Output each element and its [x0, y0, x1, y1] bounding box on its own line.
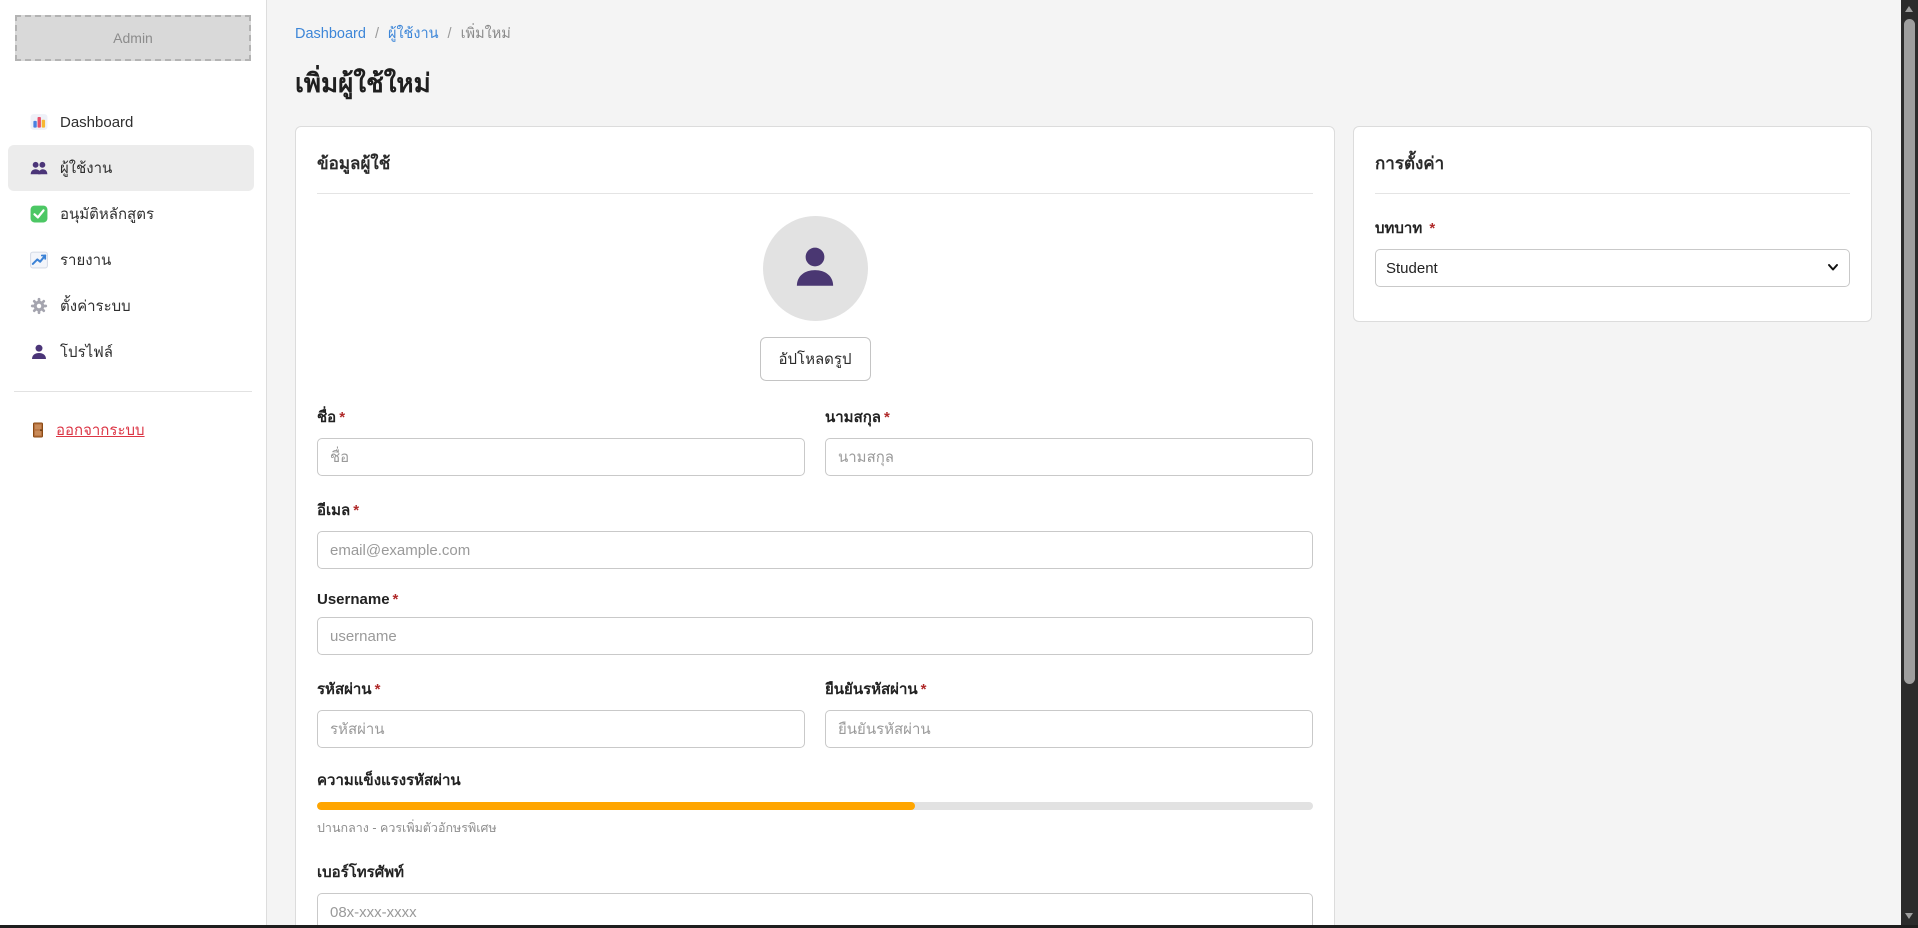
breadcrumb-users[interactable]: ผู้ใช้งาน — [388, 22, 439, 45]
required-marker: * — [393, 591, 399, 608]
last-name-field-group: นามสกุล* — [825, 405, 1313, 476]
sidebar: Admin Dashboard ผู้ใช้งาน อนุมัติหลักสูต… — [0, 0, 267, 928]
role-label: บทบาท * — [1375, 216, 1850, 240]
admin-logo[interactable]: Admin — [15, 15, 251, 61]
users-icon — [30, 159, 48, 177]
email-field-group: อีเมล* — [317, 498, 1313, 569]
last-name-label: นามสกุล* — [825, 405, 1313, 429]
username-input[interactable] — [317, 617, 1313, 655]
sidebar-item-label: ตั้งค่าระบบ — [60, 294, 131, 318]
logout-link[interactable]: ออกจากระบบ — [30, 418, 266, 442]
settings-card-title: การตั้งค่า — [1375, 148, 1850, 193]
phone-input[interactable] — [317, 893, 1313, 928]
confirm-password-field-group: ยืนยันรหัสผ่าน* — [825, 677, 1313, 748]
scroll-down-arrow[interactable] — [1901, 908, 1918, 925]
first-name-field-group: ชื่อ* — [317, 405, 805, 476]
card-divider — [317, 193, 1313, 194]
breadcrumb: Dashboard / ผู้ใช้งาน / เพิ่มใหม่ — [295, 22, 1889, 45]
password-field-group: รหัสผ่าน* — [317, 677, 805, 748]
person-icon — [790, 242, 840, 296]
scrollbar-thumb[interactable] — [1904, 19, 1915, 684]
password-strength-track — [317, 802, 1313, 810]
required-marker: * — [1425, 220, 1435, 237]
settings-card: การตั้งค่า บทบาท * Student — [1353, 126, 1872, 322]
username-label: Username* — [317, 591, 1313, 608]
email-label: อีเมล* — [317, 498, 1313, 522]
gear-icon — [30, 297, 48, 315]
name-row: ชื่อ* นามสกุล* — [317, 405, 1313, 498]
phone-field-group: เบอร์โทรศัพท์ — [317, 860, 1313, 928]
content-row: ข้อมูลผู้ใช้ อัปโหลดรูป ชื่อ* — [295, 126, 1889, 928]
sidebar-item-label: อนุมัติหลักสูตร — [60, 202, 154, 226]
required-marker: * — [339, 409, 345, 426]
breadcrumb-separator: / — [375, 26, 379, 42]
sidebar-divider — [14, 391, 252, 392]
scroll-up-arrow[interactable] — [1901, 0, 1918, 17]
sidebar-item-profile[interactable]: โปรไฟล์ — [8, 329, 254, 375]
user-info-card: ข้อมูลผู้ใช้ อัปโหลดรูป ชื่อ* — [295, 126, 1335, 928]
confirm-password-input[interactable] — [825, 710, 1313, 748]
role-select[interactable]: Student — [1375, 249, 1850, 287]
required-marker: * — [921, 681, 927, 698]
breadcrumb-dashboard[interactable]: Dashboard — [295, 26, 366, 42]
door-icon — [30, 422, 46, 438]
password-strength-label: ความแข็งแรงรหัสผ่าน — [317, 768, 1313, 792]
vertical-scrollbar — [1901, 0, 1918, 925]
sidebar-nav: Dashboard ผู้ใช้งาน อนุมัติหลักสูตร รายง… — [0, 99, 266, 375]
person-icon — [30, 343, 48, 361]
password-strength-bar — [317, 802, 915, 810]
sidebar-item-label: ผู้ใช้งาน — [60, 156, 112, 180]
bar-chart-icon — [30, 113, 48, 131]
confirm-password-label: ยืนยันรหัสผ่าน* — [825, 677, 1313, 701]
user-info-card-title: ข้อมูลผู้ใช้ — [317, 148, 1313, 193]
sidebar-item-reports[interactable]: รายงาน — [8, 237, 254, 283]
required-marker: * — [884, 409, 890, 426]
first-name-label: ชื่อ* — [317, 405, 805, 429]
avatar-section: อัปโหลดรูป — [317, 216, 1313, 381]
username-field-group: Username* — [317, 591, 1313, 655]
email-input[interactable] — [317, 531, 1313, 569]
sidebar-item-system-settings[interactable]: ตั้งค่าระบบ — [8, 283, 254, 329]
breadcrumb-separator: / — [448, 26, 452, 42]
avatar — [763, 216, 868, 321]
sidebar-item-label: Dashboard — [60, 114, 133, 131]
password-row: รหัสผ่าน* ยืนยันรหัสผ่าน* — [317, 677, 1313, 770]
password-input[interactable] — [317, 710, 805, 748]
sidebar-item-dashboard[interactable]: Dashboard — [8, 99, 254, 145]
required-marker: * — [375, 681, 381, 698]
password-label: รหัสผ่าน* — [317, 677, 805, 701]
password-strength-section: ความแข็งแรงรหัสผ่าน ปานกลาง - ควรเพิ่มตั… — [317, 768, 1313, 838]
sidebar-item-users[interactable]: ผู้ใช้งาน — [8, 145, 254, 191]
card-divider — [1375, 193, 1850, 194]
page-title: เพิ่มผู้ใช้ใหม่ — [295, 63, 1889, 104]
main-content: Dashboard / ผู้ใช้งาน / เพิ่มใหม่ เพิ่มผ… — [267, 0, 1918, 928]
sidebar-item-label: รายงาน — [60, 248, 111, 272]
sidebar-item-course-approval[interactable]: อนุมัติหลักสูตร — [8, 191, 254, 237]
logout-label: ออกจากระบบ — [56, 418, 145, 442]
first-name-input[interactable] — [317, 438, 805, 476]
phone-label: เบอร์โทรศัพท์ — [317, 860, 1313, 884]
role-field-group: บทบาท * Student — [1375, 216, 1850, 287]
check-icon — [30, 205, 48, 223]
breadcrumb-current: เพิ่มใหม่ — [461, 22, 511, 45]
password-strength-hint: ปานกลาง - ควรเพิ่มตัวอักษรพิเศษ — [317, 818, 1313, 838]
upload-photo-button[interactable]: อัปโหลดรูป — [760, 337, 871, 381]
last-name-input[interactable] — [825, 438, 1313, 476]
sidebar-item-label: โปรไฟล์ — [60, 340, 113, 364]
required-marker: * — [353, 502, 359, 519]
trend-chart-icon — [30, 251, 48, 269]
app-window: Admin Dashboard ผู้ใช้งาน อนุมัติหลักสูต… — [0, 0, 1918, 928]
